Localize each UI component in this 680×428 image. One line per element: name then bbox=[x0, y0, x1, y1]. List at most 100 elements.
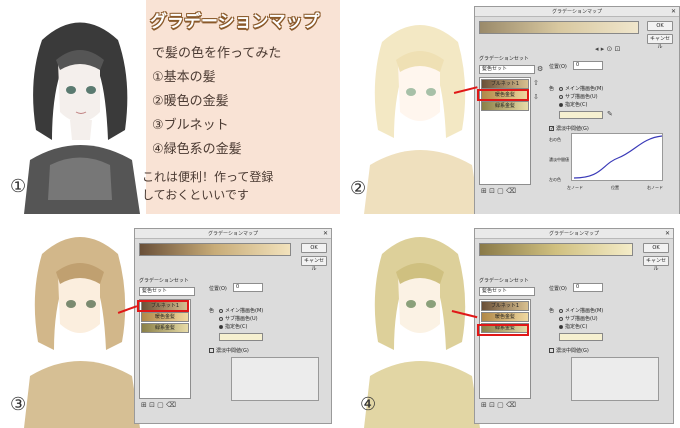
radio-sub-color[interactable]: サブ描画色(U) bbox=[559, 93, 598, 100]
panel-brunette: ③ グラデーションマップ ✕ OK キャンセル グラデーションセット 髪色セット … bbox=[0, 214, 340, 428]
notes-line-4: ③ブルネット bbox=[152, 118, 229, 133]
curve-line[interactable] bbox=[572, 134, 664, 182]
gradient-set-label: グラデーションセット bbox=[479, 278, 529, 284]
gradient-preview[interactable] bbox=[139, 243, 291, 256]
gradient-map-dialog: グラデーションマップ ✕ OK キャンセル グラデーションセット 髪色セット ブル… bbox=[474, 228, 674, 424]
radio-main-color[interactable]: メイン描画色(M) bbox=[219, 307, 263, 314]
cancel-button[interactable]: キャンセル bbox=[643, 256, 669, 272]
dialog-title: グラデーションマップ bbox=[549, 231, 599, 237]
position-label: 位置(O) bbox=[209, 286, 227, 292]
position-input[interactable]: 0 bbox=[573, 61, 603, 70]
custom-color-swatch[interactable] bbox=[559, 333, 603, 341]
eyedropper-icon[interactable]: ✎ bbox=[607, 110, 613, 118]
radio-custom-color[interactable]: 指定色(C) bbox=[219, 323, 247, 330]
radio-custom-label: 指定色(C) bbox=[225, 324, 248, 330]
curve-graph bbox=[571, 357, 659, 401]
curve-checkbox[interactable]: 濃淡中間値(G) bbox=[209, 347, 249, 354]
cancel-button[interactable]: キャンセル bbox=[647, 34, 673, 50]
notes-title: グラデーションマップ bbox=[150, 12, 320, 32]
panel-warm-blonde: ② グラデーションマップ ✕ OK キャンセル ◂ ▸ ⊙ ⊡ グラデーションセッ… bbox=[340, 0, 680, 214]
radio-main-label: メイン描画色(M) bbox=[225, 308, 264, 314]
close-icon[interactable]: ✕ bbox=[665, 229, 670, 239]
axis-top-label: 右の色 bbox=[549, 137, 561, 142]
gradient-preview[interactable] bbox=[479, 243, 633, 256]
radio-sub-color[interactable]: サブ描画色(U) bbox=[219, 315, 258, 322]
dialog-titlebar: グラデーションマップ ✕ bbox=[135, 229, 331, 239]
panel-number: ④ bbox=[360, 394, 377, 415]
position-input[interactable]: 0 bbox=[233, 283, 263, 292]
color-label: 色 bbox=[549, 86, 555, 92]
list-item[interactable]: 暖色金髪 bbox=[141, 312, 189, 322]
gear-icon[interactable]: ⚙ bbox=[537, 65, 543, 73]
radio-main-label: メイン描画色(M) bbox=[565, 86, 604, 92]
gradient-list[interactable]: ブルネット1 暖色金髪 緑系金髪 bbox=[479, 299, 531, 399]
panel-number: ③ bbox=[10, 394, 27, 415]
list-item[interactable]: 緑系金髪 bbox=[141, 323, 189, 333]
position-input[interactable]: 0 bbox=[573, 283, 603, 292]
curve-graph bbox=[231, 357, 319, 401]
dialog-titlebar: グラデーションマップ ✕ bbox=[475, 7, 679, 17]
notes-line-5: ④緑色系の金髪 bbox=[152, 142, 242, 157]
node-tools-icon[interactable]: ◂ ▸ ⊙ ⊡ bbox=[595, 45, 620, 53]
panel-number: ① bbox=[10, 176, 27, 197]
list-item[interactable]: ブルネット1 bbox=[481, 301, 529, 311]
curve-label: 濃淡中間値(G) bbox=[556, 126, 589, 132]
list-item[interactable]: ブルネット1 bbox=[481, 79, 529, 89]
list-item[interactable]: 暖色金髪 bbox=[481, 312, 529, 322]
down-arrow-icon[interactable]: ⇩ bbox=[533, 93, 539, 101]
radio-main-label: メイン描画色(M) bbox=[565, 308, 604, 314]
close-icon[interactable]: ✕ bbox=[323, 229, 328, 239]
axis-right-label: 右ノード bbox=[647, 185, 663, 190]
radio-sub-color[interactable]: サブ描画色(U) bbox=[559, 315, 598, 322]
highlight-box bbox=[477, 89, 529, 101]
gradient-map-dialog: グラデーションマップ ✕ OK キャンセル ◂ ▸ ⊙ ⊡ グラデーションセット … bbox=[474, 6, 680, 214]
gradient-set-label: グラデーションセット bbox=[479, 56, 529, 62]
close-icon[interactable]: ✕ bbox=[671, 7, 676, 17]
gradient-list[interactable]: ブルネット1 暖色金髪 緑系金髪 bbox=[139, 299, 191, 399]
gradient-set-label: グラデーションセット bbox=[139, 278, 189, 284]
notes-line-3: ②暖色の金髪 bbox=[152, 94, 229, 109]
radio-custom-color[interactable]: 指定色(C) bbox=[559, 101, 587, 108]
up-arrow-icon[interactable]: ⇧ bbox=[533, 79, 539, 87]
axis-left-label: 左ノード bbox=[567, 185, 583, 190]
radio-sub-label: サブ描画色(U) bbox=[225, 316, 258, 322]
custom-color-swatch[interactable] bbox=[559, 111, 603, 119]
highlight-box bbox=[137, 300, 189, 312]
ok-button[interactable]: OK bbox=[301, 243, 327, 253]
notes-line-1: で髪の色を作ってみた bbox=[152, 46, 282, 61]
panel-basic-hair: グラデーションマップ で髪の色を作ってみた ①基本の髪 ②暖色の金髪 ③ブルネッ… bbox=[0, 0, 340, 214]
radio-sub-label: サブ描画色(U) bbox=[565, 316, 598, 322]
radio-custom-color[interactable]: 指定色(C) bbox=[559, 323, 587, 330]
curve-label: 濃淡中間値(G) bbox=[556, 348, 589, 354]
list-item[interactable]: 緑系金髪 bbox=[481, 101, 529, 111]
position-label: 位置(O) bbox=[549, 64, 567, 70]
gradient-preview[interactable] bbox=[479, 21, 639, 34]
list-tools-icon[interactable]: ⊞ ⊡ ▢ ⌫ bbox=[481, 187, 516, 195]
ok-button[interactable]: OK bbox=[647, 21, 673, 31]
notes-line-7: しておくといいです bbox=[142, 188, 249, 202]
notes-line-6: これは便利！作って登録 bbox=[142, 170, 274, 184]
highlight-box bbox=[477, 324, 529, 336]
dialog-title: グラデーションマップ bbox=[552, 9, 602, 15]
list-tools-icon[interactable]: ⊞ ⊡ ▢ ⌫ bbox=[141, 401, 176, 409]
radio-main-color[interactable]: メイン描画色(M) bbox=[559, 85, 603, 92]
gradient-map-dialog: グラデーションマップ ✕ OK キャンセル グラデーションセット 髪色セット ブル… bbox=[134, 228, 332, 424]
cancel-button[interactable]: キャンセル bbox=[301, 256, 327, 272]
gradient-set-select[interactable]: 髪色セット bbox=[479, 287, 535, 296]
radio-main-color[interactable]: メイン描画色(M) bbox=[559, 307, 603, 314]
axis-bottom-label: 左の色 bbox=[549, 177, 561, 182]
panel-green-blonde: ④ グラデーションマップ ✕ OK キャンセル グラデーションセット 髪色セット … bbox=[340, 214, 680, 428]
custom-color-swatch[interactable] bbox=[219, 333, 263, 341]
gradient-set-select[interactable]: 髪色セット bbox=[139, 287, 195, 296]
ok-button[interactable]: OK bbox=[643, 243, 669, 253]
list-tools-icon[interactable]: ⊞ ⊡ ▢ ⌫ bbox=[481, 401, 516, 409]
axis-center-label: 濃淡中間値 bbox=[549, 157, 569, 162]
curve-graph[interactable] bbox=[571, 133, 663, 181]
curve-checkbox[interactable]: ✓ 濃淡中間値(G) bbox=[549, 125, 589, 132]
gradient-set-select[interactable]: 髪色セット bbox=[479, 65, 535, 74]
dialog-title: グラデーションマップ bbox=[208, 231, 258, 237]
radio-custom-label: 指定色(C) bbox=[565, 324, 588, 330]
radio-sub-label: サブ描画色(U) bbox=[565, 94, 598, 100]
curve-checkbox[interactable]: 濃淡中間値(G) bbox=[549, 347, 589, 354]
axis-mid-label: 位置 bbox=[611, 185, 619, 190]
